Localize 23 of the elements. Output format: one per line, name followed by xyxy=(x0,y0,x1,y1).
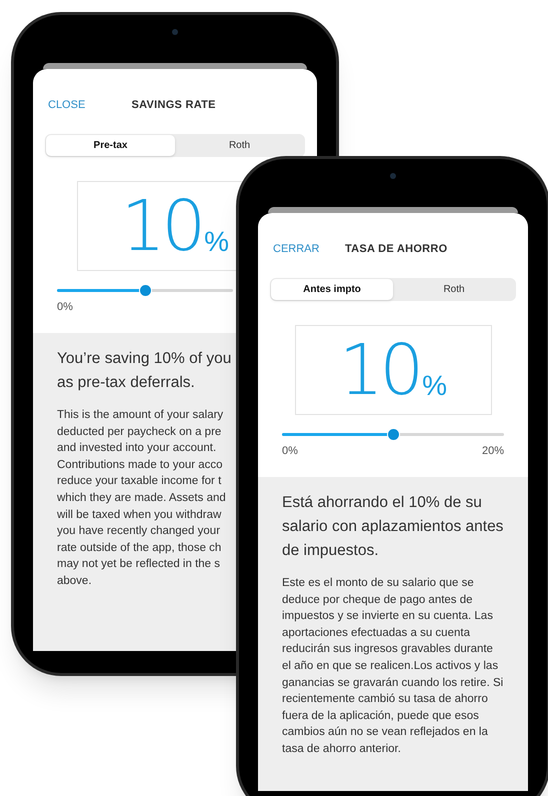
close-link[interactable]: CLOSE xyxy=(48,97,86,114)
rate-value: 10 xyxy=(121,190,202,260)
segment-tab[interactable]: Antes impto xyxy=(271,278,393,300)
rate-value: 10 xyxy=(339,334,420,404)
segment-tab[interactable]: Roth xyxy=(175,134,304,156)
headline: Está ahorrando el 10% de su salario con aplazamientos antes de impuestos. xyxy=(282,493,504,561)
camera-icon xyxy=(390,173,396,179)
headline: You’re saving 10% of you as pre-tax deferrals. xyxy=(57,349,232,393)
close-link[interactable]: CERRAR xyxy=(273,241,320,258)
rate-unit: % xyxy=(204,228,229,256)
description: Este es el monto de su salario que se deduce por cheque de pago antes de impuestos y se invierte en su cuenta. Las aportaciones efectuadas a su cuenta reducirán sus ingresos gravables durante el año en que se realicen.Los activos y las ganancias se gravarán cuando los retire. Si recientemente cambió su tasa de ahorro fuera de la aplicación, puede que esos cambios aún no se vean reflejados en la tasa de ahorro anterior. xyxy=(282,576,504,757)
segment-tab[interactable]: Roth xyxy=(393,278,515,300)
screen-title: TASA DE AHORRO xyxy=(345,242,448,257)
segment-tab[interactable]: Pre-tax xyxy=(46,134,175,156)
slider-min-label: 0% xyxy=(57,300,73,314)
rate-unit: % xyxy=(422,372,447,400)
camera-icon xyxy=(172,29,178,35)
screen-title: SAVINGS RATE xyxy=(132,98,216,113)
slider-min-label: 0% xyxy=(282,444,298,458)
slider-thumb[interactable] xyxy=(139,284,152,296)
description: This is the amount of your salary deducted per paycheck on a pre and invested into your account. Contributions made to your acco reduce your taxable income for t which they are made. Assets and will be taxed when you withdraw you have recently changed your rate outside of the app, those ch may not yet be reflected in the s above. xyxy=(57,408,226,589)
slider-max-label: 20% xyxy=(482,444,504,458)
slider-thumb[interactable] xyxy=(387,428,400,440)
